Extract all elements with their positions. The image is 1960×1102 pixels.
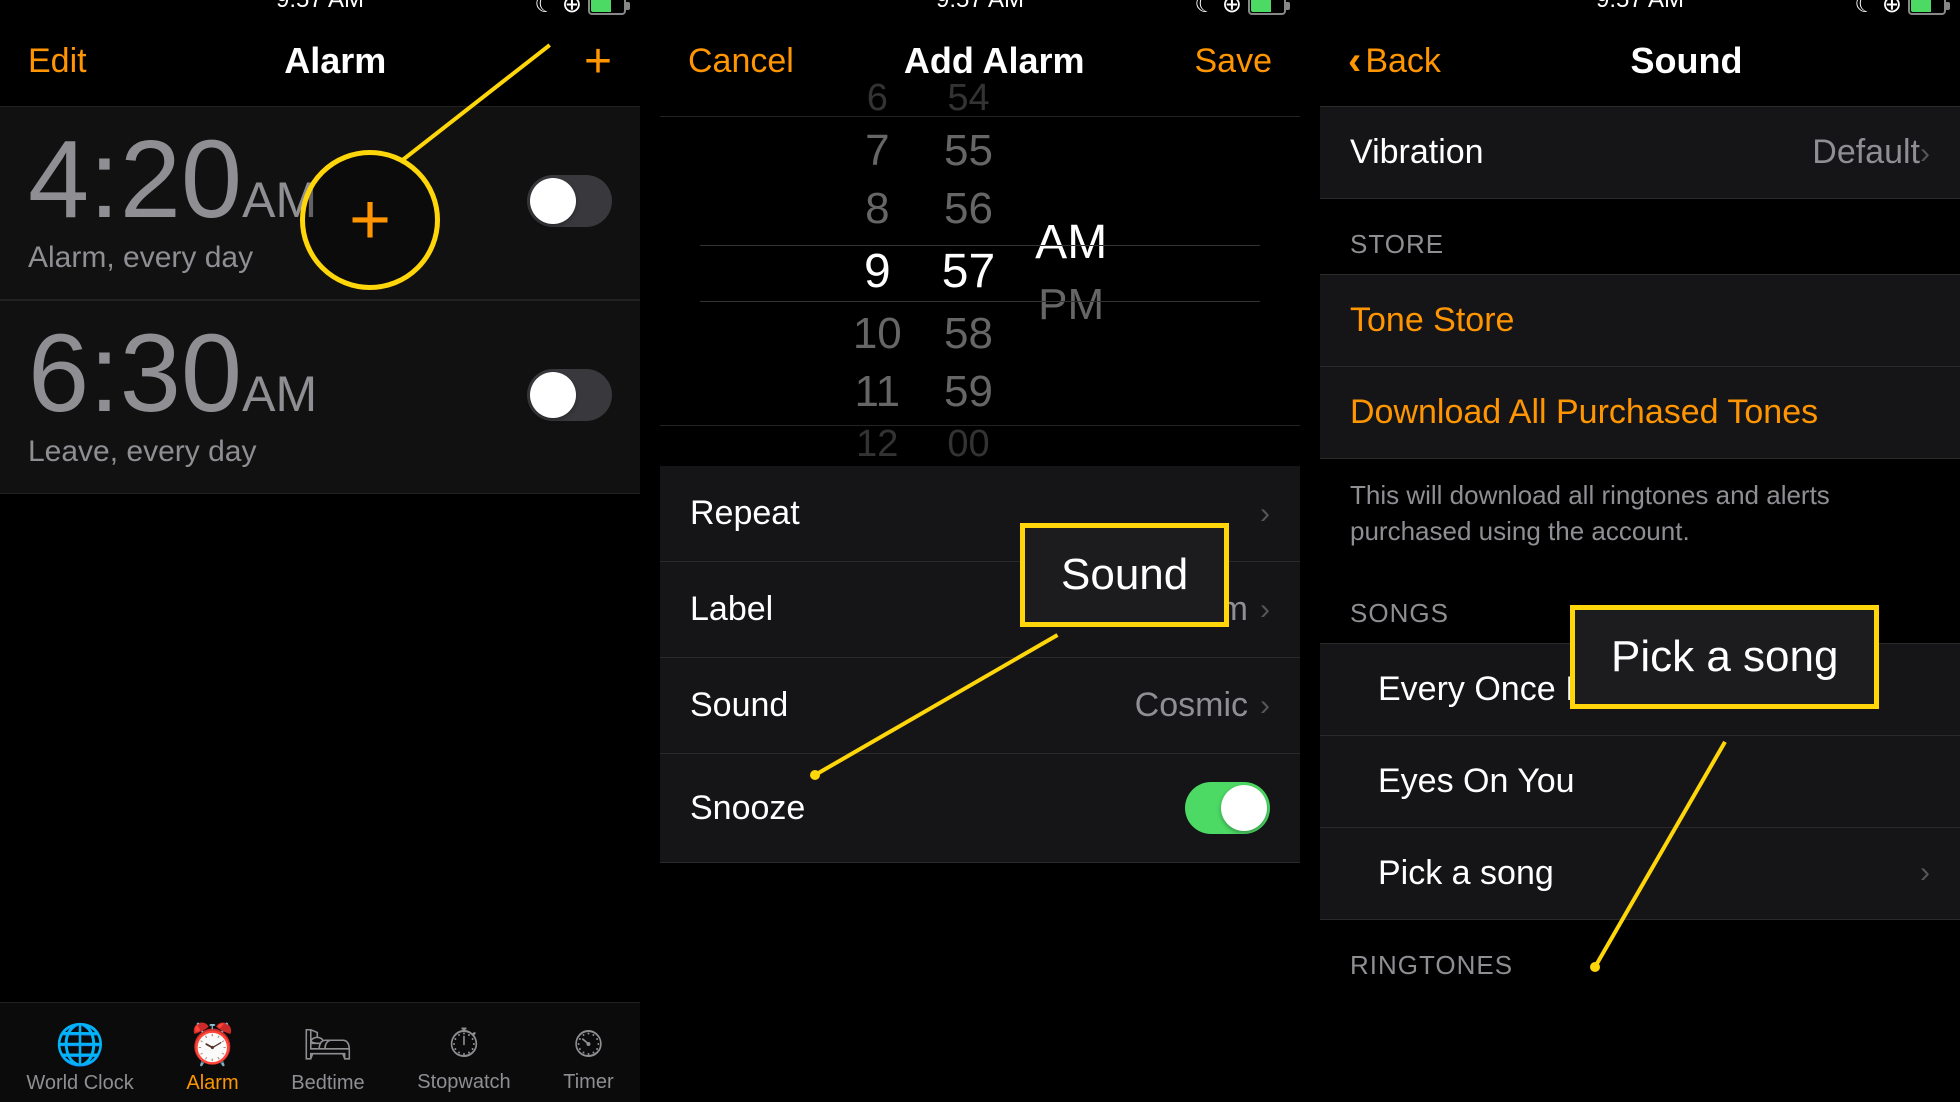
annotation-dot <box>810 770 820 780</box>
alarm-icon: ⏰ <box>186 1021 238 1068</box>
minute-wheel[interactable]: 54 55 56 57 58 59 00 <box>942 75 995 468</box>
songs-section-header: SONGS <box>1320 568 1960 643</box>
moon-icon: ☾ <box>1854 0 1876 19</box>
chevron-right-icon: › <box>1920 137 1930 170</box>
alarm-toggle[interactable] <box>527 369 612 421</box>
page-title: Alarm <box>284 40 386 82</box>
cancel-button[interactable]: Cancel <box>688 42 794 81</box>
chevron-right-icon: › <box>1260 497 1270 531</box>
repeat-row[interactable]: Repeat › <box>660 466 1300 562</box>
edit-button[interactable]: Edit <box>28 42 87 81</box>
time-picker[interactable]: 6 7 8 9 10 11 12 54 55 56 57 58 59 00 AM… <box>660 116 1300 426</box>
status-time: 9:57 AM <box>936 0 1024 14</box>
alarm-row[interactable]: 6:30AM Leave, every day <box>0 300 640 494</box>
sound-row[interactable]: Sound Cosmic› <box>660 658 1300 754</box>
save-button[interactable]: Save <box>1195 42 1273 81</box>
back-button[interactable]: ‹ Back <box>1348 39 1441 84</box>
ampm-wheel[interactable]: AM PM <box>1035 209 1107 334</box>
add-alarm-button[interactable]: + <box>584 34 612 89</box>
ringtones-section-header: RINGTONES <box>1320 920 1960 995</box>
alarm-status-icon: ⊕ <box>1882 0 1902 19</box>
tab-alarm[interactable]: ⏰Alarm <box>186 1021 238 1095</box>
status-bar: 9:57 AM ☾ ⊕ <box>660 0 1300 16</box>
status-time: 9:57 AM <box>276 0 364 14</box>
pick-song-row[interactable]: Pick a song › <box>1320 828 1960 920</box>
snooze-toggle[interactable] <box>1185 782 1270 834</box>
tab-bedtime[interactable]: 🛏Bedtime <box>291 1021 364 1095</box>
vibration-label: Vibration <box>1350 133 1484 172</box>
hour-wheel[interactable]: 6 7 8 9 10 11 12 <box>853 75 902 468</box>
bed-icon: 🛏 <box>291 1021 364 1068</box>
tab-stopwatch[interactable]: ⏱Stopwatch <box>417 1022 510 1094</box>
alarm-sublabel: Alarm, every day <box>28 241 612 275</box>
battery-icon <box>1908 0 1946 15</box>
alarm-time: 4:20AM <box>28 125 612 235</box>
tone-store-row[interactable]: Tone Store <box>1320 274 1960 367</box>
tab-timer[interactable]: ⏲Timer <box>563 1022 613 1094</box>
status-bar: 9:57 AM ☾ ⊕ <box>1320 0 1960 16</box>
globe-icon: 🌐 <box>26 1021 133 1068</box>
screen-alarm-list: 9:57 AM ☾ ⊕ Edit Alarm + 4:20AM Alarm, e… <box>0 0 640 1102</box>
tab-bar: 🌐World Clock ⏰Alarm 🛏Bedtime ⏱Stopwatch … <box>0 1002 640 1102</box>
page-title: Sound <box>1630 40 1742 82</box>
store-section-header: STORE <box>1320 199 1960 274</box>
alarm-row[interactable]: 4:20AM Alarm, every day <box>0 106 640 300</box>
chevron-right-icon: › <box>1260 689 1270 723</box>
label-label: Label <box>690 590 773 629</box>
timer-icon: ⏲ <box>563 1022 613 1067</box>
moon-icon: ☾ <box>534 0 556 19</box>
song-row[interactable]: Every Once In A While <box>1320 643 1960 736</box>
battery-icon <box>1248 0 1286 15</box>
tab-world-clock[interactable]: 🌐World Clock <box>26 1021 133 1095</box>
alarm-status-icon: ⊕ <box>562 0 582 19</box>
navbar: ‹ Back Sound <box>1320 16 1960 106</box>
chevron-right-icon: › <box>1260 593 1270 627</box>
screen-add-alarm: 9:57 AM ☾ ⊕ Cancel Add Alarm Save 6 7 8 … <box>660 0 1300 1102</box>
battery-icon <box>588 0 626 15</box>
annotation-dot <box>1590 962 1600 972</box>
screen-sound: 9:57 AM ☾ ⊕ ‹ Back Sound Vibration Defau… <box>1320 0 1960 1102</box>
vibration-row[interactable]: Vibration Default› <box>1320 106 1960 199</box>
download-all-row[interactable]: Download All Purchased Tones <box>1320 367 1960 459</box>
moon-icon: ☾ <box>1194 0 1216 19</box>
chevron-right-icon: › <box>1920 856 1930 890</box>
label-row[interactable]: Label Alarm› <box>660 562 1300 658</box>
song-row[interactable]: Eyes On You <box>1320 736 1960 828</box>
stopwatch-icon: ⏱ <box>417 1022 510 1067</box>
chevron-left-icon: ‹ <box>1348 39 1361 84</box>
alarm-toggle[interactable] <box>527 175 612 227</box>
alarm-time: 6:30AM <box>28 319 612 429</box>
navbar: Edit Alarm + <box>0 16 640 106</box>
download-note: This will download all ringtones and ale… <box>1320 459 1960 568</box>
status-time: 9:57 AM <box>1596 0 1684 14</box>
status-bar: 9:57 AM ☾ ⊕ <box>0 0 640 16</box>
repeat-label: Repeat <box>690 494 800 533</box>
alarm-sublabel: Leave, every day <box>28 435 612 469</box>
alarm-status-icon: ⊕ <box>1222 0 1242 19</box>
snooze-row: Snooze <box>660 754 1300 863</box>
sound-label: Sound <box>690 686 788 725</box>
snooze-label: Snooze <box>690 789 805 828</box>
